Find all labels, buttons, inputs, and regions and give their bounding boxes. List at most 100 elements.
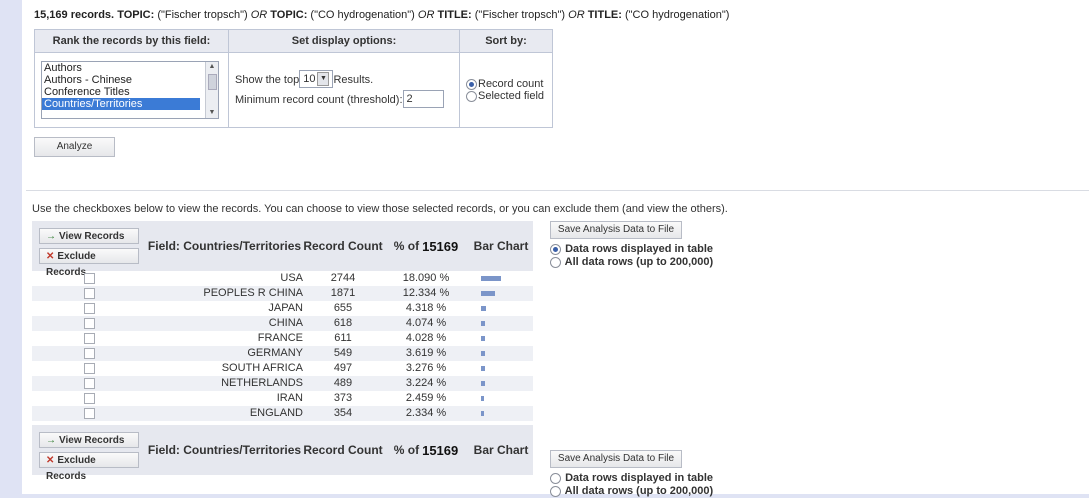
field-option[interactable]: Authors - Chinese — [42, 74, 200, 86]
bar-chart-bar — [481, 381, 485, 386]
country-cell: USA — [280, 272, 303, 284]
percent-cell: 12.334 % — [402, 287, 450, 299]
show-top-suffix: Results. — [333, 74, 374, 86]
show-top-prefix: Show the top — [235, 74, 300, 86]
row-checkbox[interactable] — [83, 362, 95, 374]
count-cell: 373 — [333, 392, 353, 404]
query-summary: 15,169 records. TOPIC: ("Fischer tropsch… — [34, 9, 730, 21]
row-checkbox[interactable] — [83, 347, 95, 359]
display-header: Set display options: — [228, 29, 460, 53]
show-top-select[interactable]: 10 ▼ — [299, 70, 334, 88]
analysis-page: 15,169 records. TOPIC: ("Fischer tropsch… — [22, 0, 1089, 497]
sort-selected-field-radio[interactable] — [466, 90, 477, 102]
all-rows-radio-bottom[interactable] — [550, 485, 561, 497]
results-table: → View Records ✕ Exclude Records Field: Co… — [32, 221, 533, 482]
chevron-down-icon[interactable]: ▼ — [317, 72, 330, 87]
bar-cell — [469, 286, 533, 301]
row-checkbox[interactable] — [83, 302, 95, 314]
bar-column-footer: Bar Chart — [473, 443, 529, 457]
bar-cell — [469, 361, 533, 376]
bar-cell — [469, 316, 533, 331]
country-cell: GERMANY — [247, 347, 303, 359]
row-checkbox[interactable] — [83, 332, 95, 344]
percent-cell: 3.276 % — [405, 362, 447, 374]
exclude-records-button-bottom[interactable]: ✕ Exclude Records — [39, 452, 139, 482]
bar-cell — [469, 391, 533, 406]
count-cell: 354 — [333, 407, 353, 419]
bar-chart-bar — [481, 366, 485, 371]
scroll-up-icon[interactable]: ▲ — [206, 62, 218, 72]
results-header: → View Records ✕ Exclude Records Field: Co… — [32, 221, 533, 278]
row-checkbox[interactable] — [83, 377, 95, 389]
percent-column-header: % of 15169 — [393, 238, 459, 254]
threshold-input[interactable]: 2 — [402, 90, 444, 108]
field-option-selected[interactable]: Countries/Territories — [42, 98, 200, 110]
bar-cell — [469, 346, 533, 361]
percent-cell: 4.318 % — [405, 302, 447, 314]
table-row: JAPAN 655 4.318 % — [32, 301, 533, 316]
scroll-down-icon[interactable]: ▼ — [206, 108, 218, 118]
close-icon: ✕ — [46, 455, 55, 466]
bar-chart-bar — [481, 321, 485, 326]
row-checkbox[interactable] — [83, 287, 95, 299]
analyze-button[interactable]: Analyze — [34, 137, 115, 157]
table-row: CHINA 618 4.074 % — [32, 316, 533, 331]
divider — [26, 190, 1089, 191]
table-row: IRAN 373 2.459 % — [32, 391, 533, 406]
field-column-header: Field: Countries/Territories — [147, 239, 302, 253]
bar-chart-bar — [481, 396, 484, 401]
view-records-button[interactable]: → View Records — [39, 228, 139, 244]
rank-field-listbox[interactable]: Authors Authors - Chinese Conference Tit… — [41, 61, 219, 119]
country-cell: NETHERLANDS — [221, 377, 303, 389]
all-rows-radio[interactable] — [550, 256, 561, 268]
bar-chart-bar — [481, 411, 484, 416]
bar-cell — [469, 406, 533, 421]
country-cell: IRAN — [276, 392, 303, 404]
count-column-header: Record Count — [303, 239, 383, 253]
table-row: PEOPLES R CHINA 1871 12.334 % — [32, 286, 533, 301]
percent-cell: 2.334 % — [405, 407, 447, 419]
sort-header: Sort by: — [459, 29, 553, 53]
field-column-footer: Field: Countries/Territories — [147, 443, 302, 457]
percent-cell: 2.459 % — [405, 392, 447, 404]
table-row: ENGLAND 354 2.334 % — [32, 406, 533, 421]
row-checkbox[interactable] — [83, 272, 95, 284]
row-checkbox[interactable] — [83, 317, 95, 329]
exclude-records-button[interactable]: ✕ Exclude Records — [39, 248, 139, 278]
record-count: 15,169 records. — [34, 9, 115, 21]
table-row: USA 2744 18.090 % — [32, 271, 533, 286]
country-cell: JAPAN — [268, 302, 303, 314]
listbox-scrollbar[interactable]: ▲ ▼ — [205, 62, 218, 118]
country-cell: PEOPLES R CHINA — [203, 287, 303, 299]
row-checkbox[interactable] — [83, 392, 95, 404]
scroll-thumb[interactable] — [208, 74, 217, 90]
table-row: GERMANY 549 3.619 % — [32, 346, 533, 361]
rows-displayed-radio-bottom[interactable] — [550, 472, 561, 484]
country-cell: ENGLAND — [249, 407, 303, 419]
bar-cell — [469, 271, 533, 286]
save-analysis-button[interactable]: Save Analysis Data to File — [550, 221, 682, 239]
table-row: FRANCE 611 4.028 % — [32, 331, 533, 346]
rank-header: Rank the records by this field: — [34, 29, 229, 53]
sort-record-count-radio[interactable] — [466, 78, 477, 90]
count-cell: 1871 — [330, 287, 356, 299]
country-cell: CHINA — [268, 317, 303, 329]
save-panel-bottom: Save Analysis Data to File Data rows dis… — [550, 450, 730, 498]
view-records-button-bottom[interactable]: → View Records — [39, 432, 139, 448]
bar-chart-bar — [481, 306, 486, 311]
instructions-text: Use the checkboxes below to view the rec… — [32, 203, 728, 215]
analysis-options-table: Rank the records by this field: Set disp… — [34, 29, 553, 128]
bar-chart-bar — [481, 276, 501, 281]
threshold-label: Minimum record count (threshold): — [235, 94, 403, 106]
percent-cell: 3.224 % — [405, 377, 447, 389]
field-option[interactable]: Authors — [42, 62, 200, 74]
bar-chart-bar — [481, 336, 485, 341]
field-option[interactable]: Conference Titles — [42, 86, 200, 98]
count-cell: 618 — [333, 317, 353, 329]
bar-cell — [469, 376, 533, 391]
rows-displayed-radio[interactable] — [550, 243, 561, 255]
country-cell: FRANCE — [257, 332, 303, 344]
save-analysis-button-bottom[interactable]: Save Analysis Data to File — [550, 450, 682, 468]
row-checkbox[interactable] — [83, 407, 95, 419]
bar-cell — [469, 301, 533, 316]
